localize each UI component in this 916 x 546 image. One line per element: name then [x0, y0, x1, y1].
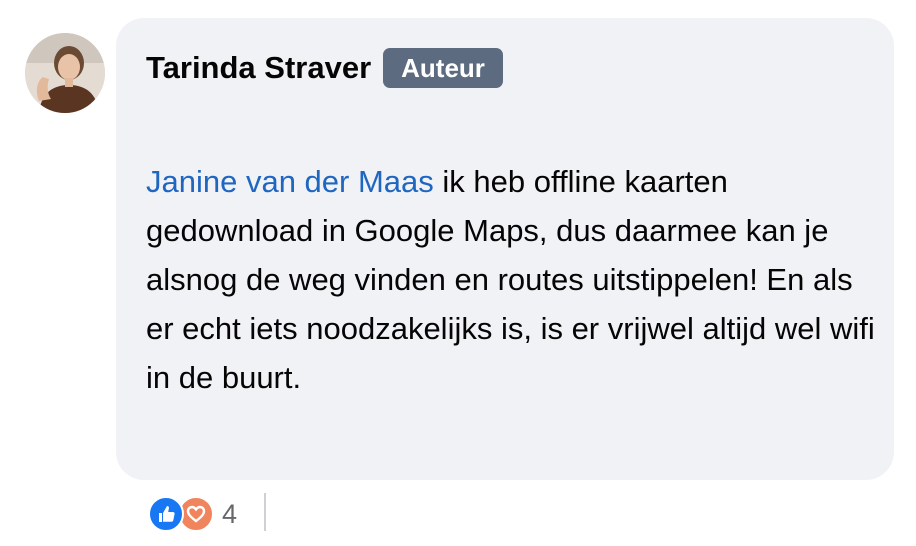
avatar[interactable] [25, 33, 105, 113]
comment-bubble: Tarinda Straver Auteur Janine van der Ma… [116, 18, 894, 480]
divider [264, 493, 266, 531]
author-badge: Auteur [383, 48, 503, 88]
comment-header: Tarinda Straver Auteur [146, 46, 503, 90]
like-icon [148, 496, 184, 532]
avatar-photo [25, 33, 105, 113]
comment-text: Janine van der Maas ik heb offline kaart… [146, 157, 881, 402]
mention-link[interactable]: Janine van der Maas [146, 164, 434, 199]
reaction-count: 4 [222, 499, 238, 529]
author-name[interactable]: Tarinda Straver [146, 48, 371, 88]
reactions-summary[interactable]: 4 [148, 496, 237, 532]
